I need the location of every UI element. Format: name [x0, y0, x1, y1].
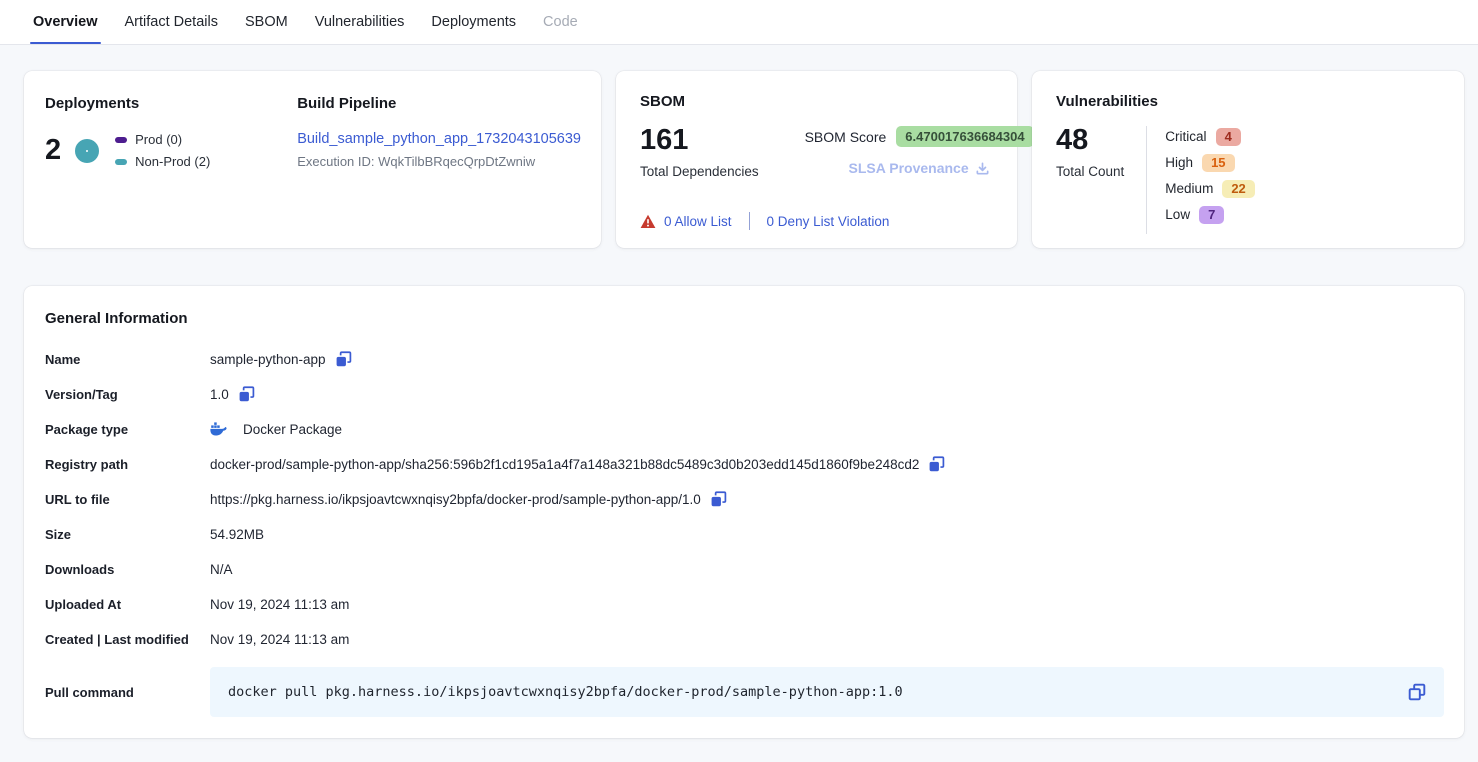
- warning-icon: [640, 214, 656, 229]
- vulnerabilities-card: Vulnerabilities 48 Total Count Critical …: [1032, 71, 1464, 248]
- sbom-card: SBOM 161 Total Dependencies SBOM Score 6…: [616, 71, 1017, 248]
- info-label: Package type: [45, 422, 210, 437]
- info-label: Downloads: [45, 562, 210, 577]
- tab-overview[interactable]: Overview: [32, 0, 99, 44]
- deployments-legend: Prod (0) Non-Prod (2): [115, 132, 210, 169]
- info-row-version: Version/Tag 1.0: [45, 377, 1444, 412]
- severity-row-medium: Medium 22: [1165, 178, 1254, 199]
- severity-count-badge: 15: [1202, 154, 1234, 172]
- copy-icon[interactable]: [928, 456, 945, 473]
- artifact-overview-page: Overview Artifact Details SBOM Vulnerabi…: [0, 0, 1478, 762]
- tab-deployments[interactable]: Deployments: [430, 0, 517, 44]
- uploaded-at-value: Nov 19, 2024 11:13 am: [210, 597, 349, 612]
- severity-label: High: [1165, 155, 1193, 170]
- sbom-score-label: SBOM Score: [805, 129, 887, 145]
- copy-icon[interactable]: [335, 351, 352, 368]
- severity-row-high: High 15: [1165, 152, 1254, 173]
- info-row-downloads: Downloads N/A: [45, 552, 1444, 587]
- deployments-section: Deployments 2 Prod (0) Non-Prod (2): [45, 95, 276, 228]
- severity-count-badge: 4: [1216, 128, 1241, 146]
- severity-count-badge: 22: [1222, 180, 1254, 198]
- vertical-divider: [1146, 126, 1147, 234]
- info-label: Uploaded At: [45, 597, 210, 612]
- sbom-total-stat: 161 Total Dependencies: [640, 126, 759, 212]
- docker-icon: [210, 422, 227, 437]
- severity-row-critical: Critical 4: [1165, 126, 1254, 147]
- info-label: Registry path: [45, 457, 210, 472]
- nonprod-legend-label: Non-Prod (2): [135, 154, 210, 169]
- legend-item-nonprod: Non-Prod (2): [115, 154, 210, 169]
- legend-item-prod: Prod (0): [115, 132, 210, 147]
- slsa-provenance-button[interactable]: SLSA Provenance: [849, 160, 990, 176]
- vulnerabilities-total-count: 48: [1056, 126, 1124, 155]
- sbom-title: SBOM: [640, 93, 997, 110]
- vertical-divider: [749, 212, 750, 230]
- severity-count-badge: 7: [1199, 206, 1224, 224]
- deny-list-link[interactable]: 0 Deny List Violation: [767, 214, 890, 229]
- sbom-total-count: 161: [640, 126, 759, 155]
- prod-legend-label: Prod (0): [135, 132, 182, 147]
- sbom-total-label: Total Dependencies: [640, 164, 759, 179]
- info-row-uploaded-at: Uploaded At Nov 19, 2024 11:13 am: [45, 587, 1444, 622]
- info-label: Created | Last modified: [45, 632, 210, 647]
- info-row-name: Name sample-python-app: [45, 342, 1444, 377]
- artifact-name-value: sample-python-app: [210, 352, 326, 367]
- info-row-size: Size 54.92MB: [45, 517, 1444, 552]
- pipeline-link[interactable]: Build_sample_python_app_1732043105639: [297, 131, 581, 147]
- pull-command-text: docker pull pkg.harness.io/ikpsjoavtcwxn…: [228, 684, 1408, 700]
- info-label: URL to file: [45, 492, 210, 507]
- severity-label: Medium: [1165, 181, 1213, 196]
- pull-command-box: docker pull pkg.harness.io/ikpsjoavtcwxn…: [210, 667, 1444, 717]
- created-modified-value: Nov 19, 2024 11:13 am: [210, 632, 349, 647]
- package-type-value: Docker Package: [243, 422, 342, 437]
- info-row-pull-command: Pull command docker pull pkg.harness.io/…: [45, 667, 1444, 717]
- deployments-total-count: 2: [45, 136, 61, 165]
- size-value: 54.92MB: [210, 527, 264, 542]
- tab-vulnerabilities[interactable]: Vulnerabilities: [314, 0, 406, 44]
- download-icon: [975, 161, 990, 176]
- copy-icon[interactable]: [238, 386, 255, 403]
- sbom-score-badge: 6.470017636684304: [896, 126, 1033, 147]
- deployments-title: Deployments: [45, 95, 276, 112]
- version-tag-value: 1.0: [210, 387, 229, 402]
- prod-legend-dot: [115, 137, 127, 143]
- info-label: Version/Tag: [45, 387, 210, 402]
- downloads-value: N/A: [210, 562, 233, 577]
- slsa-provenance-label: SLSA Provenance: [849, 160, 969, 176]
- tab-sbom[interactable]: SBOM: [244, 0, 289, 44]
- page-content: Deployments 2 Prod (0) Non-Prod (2): [0, 45, 1478, 762]
- general-information-title: General Information: [45, 310, 1444, 327]
- deployments-card: Deployments 2 Prod (0) Non-Prod (2): [24, 71, 601, 248]
- copy-icon[interactable]: [710, 491, 727, 508]
- info-label: Pull command: [45, 685, 210, 700]
- info-row-url: URL to file https://pkg.harness.io/ikpsj…: [45, 482, 1444, 517]
- severity-row-low: Low 7: [1165, 204, 1254, 225]
- build-pipeline-section: Build Pipeline Build_sample_python_app_1…: [276, 95, 581, 228]
- severity-label: Critical: [1165, 129, 1206, 144]
- info-row-registry-path: Registry path docker-prod/sample-python-…: [45, 447, 1444, 482]
- registry-path-value: docker-prod/sample-python-app/sha256:596…: [210, 457, 919, 472]
- info-row-package-type: Package type Docker Package: [45, 412, 1444, 447]
- tab-bar: Overview Artifact Details SBOM Vulnerabi…: [0, 0, 1478, 45]
- info-label: Size: [45, 527, 210, 542]
- url-to-file-value: https://pkg.harness.io/ikpsjoavtcwxnqisy…: [210, 492, 701, 507]
- build-pipeline-title: Build Pipeline: [297, 95, 581, 112]
- vulnerabilities-title: Vulnerabilities: [1056, 93, 1444, 110]
- tab-artifact-details[interactable]: Artifact Details: [124, 0, 219, 44]
- severity-list: Critical 4 High 15 Medium 22 Low: [1165, 126, 1254, 234]
- allow-list-link[interactable]: 0 Allow List: [664, 214, 732, 229]
- tab-code: Code: [542, 0, 579, 44]
- vulnerabilities-total-stat: 48 Total Count: [1056, 126, 1124, 234]
- info-label: Name: [45, 352, 210, 367]
- severity-label: Low: [1165, 207, 1190, 222]
- deployments-donut-chart: [75, 139, 99, 163]
- execution-id-text: Execution ID: WqkTilbBRqecQrpDtZwniw: [297, 154, 581, 169]
- general-information-card: General Information Name sample-python-a…: [24, 286, 1464, 738]
- nonprod-legend-dot: [115, 159, 127, 165]
- info-row-created-modified: Created | Last modified Nov 19, 2024 11:…: [45, 622, 1444, 657]
- summary-cards-row: Deployments 2 Prod (0) Non-Prod (2): [24, 71, 1464, 248]
- copy-icon[interactable]: [1408, 683, 1426, 701]
- vulnerabilities-total-label: Total Count: [1056, 164, 1124, 179]
